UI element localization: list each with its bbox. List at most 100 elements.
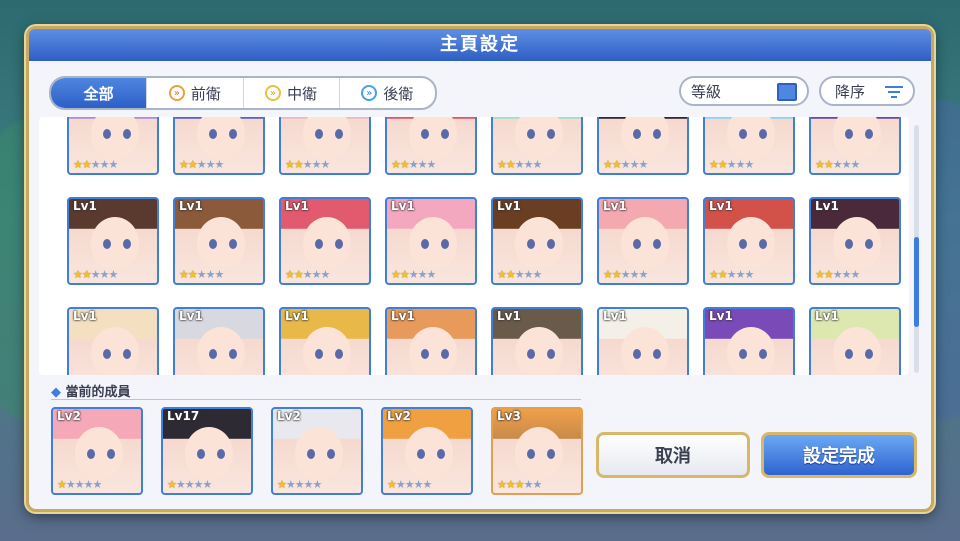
character-card[interactable]: ★★★★★ bbox=[491, 117, 583, 175]
star-icon: ★ bbox=[611, 158, 622, 171]
dialog-title: 主頁設定 bbox=[29, 29, 931, 61]
character-card[interactable]: Lv1★★★★★ bbox=[703, 197, 795, 285]
portrait-eye bbox=[123, 239, 131, 249]
role-filter-tabs: 全部 » 前衛 » 中衛 » 後衛 bbox=[49, 76, 437, 110]
character-card[interactable]: Lv1★★★★★ bbox=[67, 197, 159, 285]
sort-field-button[interactable]: 等級 bbox=[679, 76, 809, 106]
character-card[interactable]: Lv1★★★★★ bbox=[279, 197, 371, 285]
grid-scrollbar[interactable] bbox=[914, 125, 919, 373]
role-back-icon: » bbox=[361, 85, 378, 101]
portrait-eye bbox=[739, 239, 747, 249]
sort-order-button[interactable]: 降序 bbox=[819, 76, 915, 106]
portrait-eye bbox=[327, 449, 335, 459]
portrait-eye bbox=[759, 349, 767, 359]
character-card[interactable]: ★★★★★ bbox=[173, 117, 265, 175]
portrait-eye bbox=[209, 349, 217, 359]
character-card[interactable]: ★★★★★ bbox=[279, 117, 371, 175]
star-icon: ★ bbox=[108, 158, 119, 171]
portrait-eye bbox=[87, 449, 95, 459]
star-icon: ★ bbox=[74, 478, 85, 491]
star-icon: ★ bbox=[717, 158, 728, 171]
character-card[interactable]: Lv1★★★★★ bbox=[703, 307, 795, 375]
portrait-eye bbox=[103, 129, 111, 139]
character-card[interactable]: Lv1★★★★★ bbox=[597, 307, 689, 375]
current-member-card[interactable]: Lv17 ★★★★★ bbox=[161, 407, 253, 495]
current-member-card[interactable]: Lv2 ★★★★★ bbox=[51, 407, 143, 495]
star-icon: ★ bbox=[395, 478, 406, 491]
star-rating: ★★★★★ bbox=[285, 158, 331, 171]
character-portrait bbox=[405, 427, 453, 479]
star-icon: ★ bbox=[422, 478, 433, 491]
cancel-button[interactable]: 取消 bbox=[596, 432, 750, 478]
character-card[interactable]: Lv1★★★★★ bbox=[67, 307, 159, 375]
character-portrait bbox=[303, 327, 351, 375]
character-card[interactable]: ★★★★★ bbox=[385, 117, 477, 175]
current-members-label: 當前的成員 bbox=[65, 385, 131, 400]
star-rating: ★★★★★ bbox=[815, 158, 860, 171]
portrait-eye bbox=[421, 129, 429, 139]
star-icon: ★ bbox=[408, 268, 419, 281]
star-icon: ★ bbox=[277, 478, 287, 491]
grid-scrollbar-thumb[interactable] bbox=[914, 237, 919, 327]
star-icon: ★ bbox=[167, 478, 177, 491]
character-card[interactable]: Lv1★★★★★ bbox=[173, 307, 265, 375]
tab-mid[interactable]: » 中衛 bbox=[244, 78, 340, 108]
current-members-title: ◆ 當前的成員 bbox=[51, 385, 131, 400]
character-level: Lv1 bbox=[603, 199, 627, 213]
current-member-card[interactable]: Lv2 ★★★★★ bbox=[381, 407, 473, 495]
character-card[interactable]: ★★★★★ bbox=[597, 117, 689, 175]
star-icon: ★ bbox=[214, 158, 225, 171]
star-icon: ★ bbox=[187, 158, 198, 171]
star-icon: ★ bbox=[523, 478, 534, 491]
character-card[interactable]: ★★★★★ bbox=[703, 117, 795, 175]
character-card[interactable]: Lv1★★★★★ bbox=[809, 307, 901, 375]
character-card[interactable]: Lv1★★★★★ bbox=[173, 197, 265, 285]
character-card[interactable]: Lv1★★★★★ bbox=[491, 307, 583, 375]
star-icon: ★ bbox=[83, 478, 94, 491]
star-rating: ★★★★★ bbox=[497, 158, 542, 171]
current-member-card[interactable]: Lv3 ★★★★★ bbox=[491, 407, 583, 495]
character-card[interactable]: ★★★★★ bbox=[67, 117, 159, 175]
character-card[interactable]: Lv1★★★★★ bbox=[279, 307, 371, 375]
tab-label: 中衛 bbox=[287, 84, 318, 103]
character-portrait bbox=[303, 117, 351, 159]
star-icon: ★ bbox=[417, 158, 428, 171]
star-icon: ★ bbox=[497, 478, 507, 491]
star-icon: ★ bbox=[709, 158, 719, 171]
portrait-eye bbox=[103, 349, 111, 359]
portrait-eye bbox=[217, 449, 225, 459]
character-portrait bbox=[91, 217, 139, 269]
star-icon: ★ bbox=[505, 158, 516, 171]
character-card[interactable]: ★★★★★ bbox=[809, 117, 901, 175]
portrait-eye bbox=[527, 129, 535, 139]
character-card[interactable]: Lv1★★★★★ bbox=[385, 197, 477, 285]
character-portrait bbox=[91, 117, 139, 159]
star-icon: ★ bbox=[815, 158, 825, 171]
character-grid[interactable]: ★★★★★ ★★★★★ ★★★★★ ★★★★★ ★★★★★ ★★★★★ ★★★★★ ★★★★★… bbox=[39, 117, 909, 375]
character-level: Lv1 bbox=[73, 199, 97, 213]
star-icon: ★ bbox=[320, 268, 331, 281]
star-icon: ★ bbox=[603, 268, 613, 281]
star-icon: ★ bbox=[320, 158, 331, 171]
tab-back[interactable]: » 後衛 bbox=[340, 78, 435, 108]
star-icon: ★ bbox=[99, 268, 110, 281]
star-icon: ★ bbox=[505, 478, 516, 491]
star-icon: ★ bbox=[81, 268, 92, 281]
star-icon: ★ bbox=[179, 268, 189, 281]
star-rating: ★★★★★ bbox=[179, 158, 225, 171]
star-icon: ★ bbox=[294, 478, 305, 491]
role-mid-icon: » bbox=[265, 85, 282, 101]
tab-front[interactable]: » 前衛 bbox=[147, 78, 244, 108]
star-icon: ★ bbox=[426, 268, 437, 281]
character-card[interactable]: Lv1★★★★★ bbox=[597, 197, 689, 285]
character-portrait bbox=[833, 217, 881, 269]
current-member-card[interactable]: Lv2 ★★★★★ bbox=[271, 407, 363, 495]
star-icon: ★ bbox=[285, 158, 295, 171]
character-card[interactable]: Lv1★★★★★ bbox=[491, 197, 583, 285]
star-rating: ★★★★★ bbox=[285, 268, 331, 281]
character-card[interactable]: Lv1★★★★★ bbox=[809, 197, 901, 285]
character-card[interactable]: Lv1★★★★★ bbox=[385, 307, 477, 375]
confirm-settings-button[interactable]: 設定完成 bbox=[761, 432, 917, 478]
portrait-eye bbox=[759, 129, 767, 139]
tab-all[interactable]: 全部 bbox=[51, 78, 148, 108]
